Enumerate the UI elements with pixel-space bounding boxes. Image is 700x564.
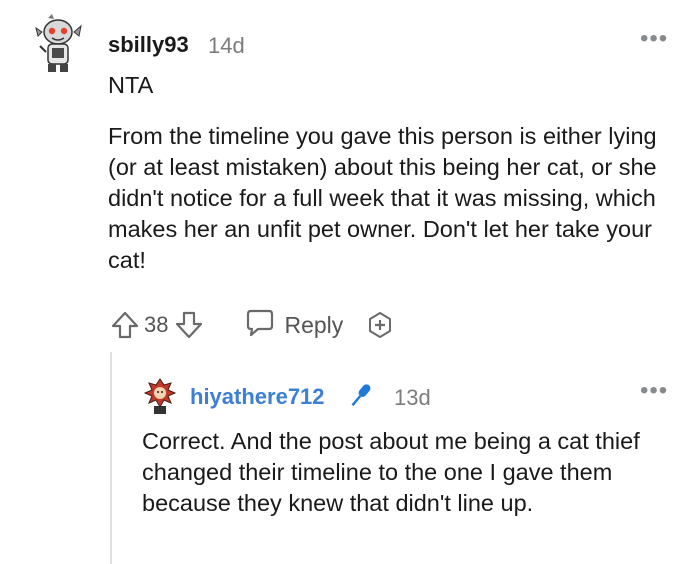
upvote-icon[interactable] (110, 310, 140, 340)
more-options-icon[interactable]: ••• (640, 27, 668, 51)
reply-username[interactable]: hiyathere712 (190, 384, 325, 410)
vote-count: 38 (144, 312, 169, 337)
reply-body: Correct. And the post about me being a c… (142, 428, 640, 516)
comment-body: From the timeline you gave this person i… (108, 123, 657, 273)
reply-label: Reply (284, 311, 344, 338)
add-award-icon[interactable] (365, 310, 395, 340)
reply-timestamp: 13d (394, 385, 431, 410)
avatar[interactable] (142, 375, 178, 415)
comment-username[interactable]: sbilly93 (108, 32, 189, 58)
reply-button[interactable]: Reply (244, 308, 343, 343)
chat-bubble-icon (244, 308, 276, 343)
comment-verdict: NTA (108, 72, 154, 98)
more-options-icon[interactable]: ••• (640, 379, 668, 403)
thread-line[interactable] (110, 352, 112, 564)
comment-timestamp: 14d (208, 33, 245, 58)
downvote-icon[interactable] (174, 310, 204, 340)
avatar[interactable] (34, 12, 84, 74)
microphone-icon (344, 380, 376, 412)
comment-actions: 38 Reply (110, 305, 395, 345)
